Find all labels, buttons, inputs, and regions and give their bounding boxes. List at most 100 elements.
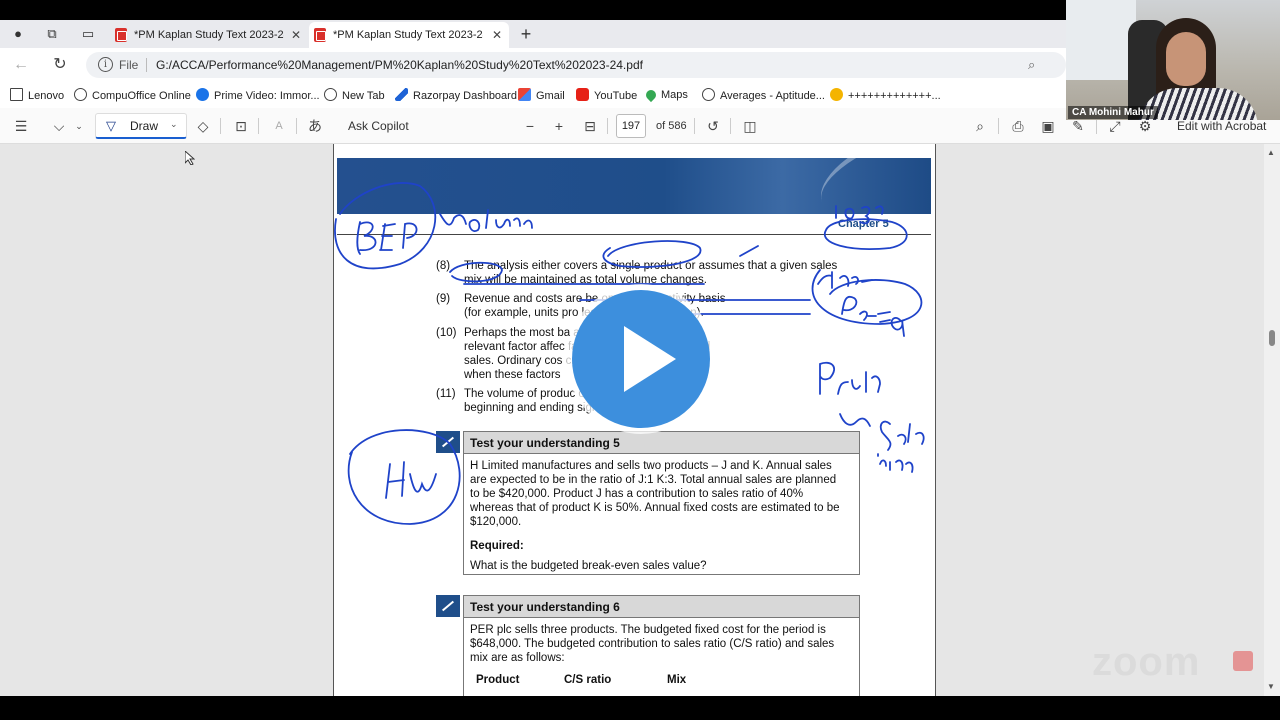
zoom-icon[interactable]: ⌕ [1028, 57, 1035, 73]
back-icon[interactable]: ← [12, 56, 30, 74]
mouse-cursor [184, 149, 196, 170]
rotate-icon[interactable]: ↺ [704, 118, 722, 134]
tab-actions-icon[interactable]: ▭ [80, 26, 96, 42]
info-icon[interactable]: i [98, 57, 113, 72]
play-button[interactable] [572, 290, 710, 428]
divider [694, 118, 695, 134]
globe-icon [324, 88, 337, 101]
tab-label: *PM Kaplan Study Text 2023-24.pdf [333, 29, 483, 41]
gmail-icon [518, 88, 531, 101]
webcam-video: CA Mohini Mahur [1066, 0, 1280, 120]
bookmark-lenovo[interactable]: Lenovo [10, 88, 64, 103]
zoom-in-icon[interactable]: + [550, 118, 568, 134]
exercise-line: are expected to be in the ratio of J:1 K… [470, 474, 837, 486]
page-total: of 586 [656, 120, 687, 132]
column-header: Product [476, 674, 520, 686]
folder-icon [10, 88, 23, 101]
page-number-input[interactable]: 197 [616, 114, 646, 138]
highlight-icon[interactable]: ⌵ [50, 118, 68, 134]
page-view-icon[interactable]: ◫ [741, 118, 759, 134]
tab-pdf-1[interactable]: *PM Kaplan Study Text 2023-24.pdf ✕ [110, 22, 308, 48]
divider [337, 234, 931, 235]
column-header: C/S ratio [564, 674, 612, 686]
ask-copilot-button[interactable]: Ask Copilot [348, 118, 409, 134]
search-icon[interactable]: ⌕ [971, 118, 989, 134]
column-header: Mix [667, 674, 687, 686]
chevron-down-icon[interactable]: ⌄ [70, 118, 88, 134]
item-number: (9) [436, 293, 451, 305]
settings-icon[interactable]: ⚙ [1136, 118, 1154, 134]
play-icon [624, 326, 676, 392]
divider [607, 118, 608, 134]
pdf-icon [115, 28, 127, 42]
divider [220, 118, 221, 134]
divider [730, 118, 731, 134]
tab-pdf-2[interactable]: *PM Kaplan Study Text 2023-24.pdf ✕ [309, 22, 509, 48]
chevron-down-icon[interactable]: ⌄ [170, 119, 178, 130]
edit-with-acrobat-button[interactable]: Edit with Acrobat [1177, 118, 1266, 134]
bookmark-gmail[interactable]: Gmail [518, 88, 565, 103]
eraser-icon[interactable]: ◇ [194, 118, 212, 134]
close-icon[interactable]: ✕ [291, 22, 301, 48]
paragraph-line: mix will be maintained as total volume c… [464, 274, 707, 286]
participant-face [1166, 32, 1206, 86]
url-text[interactable]: G:/ACCA/Performance%20Management/PM%20Ka… [156, 58, 643, 72]
new-tab-icon[interactable]: + [518, 25, 534, 43]
paragraph-line: when these factors [464, 369, 561, 381]
fullscreen-icon[interactable]: ⤢ [1106, 118, 1124, 134]
profile-icon[interactable]: ● [10, 26, 26, 42]
globe-icon [702, 88, 715, 101]
divider [258, 118, 259, 134]
text-box-icon[interactable]: ⊡ [232, 118, 250, 134]
text-size-icon[interactable]: A [270, 118, 288, 134]
bookmark-compuoffice[interactable]: CompuOffice Online [74, 88, 191, 103]
vertical-scrollbar[interactable]: ▲ ▼ [1264, 144, 1280, 696]
exercise-title: Test your understanding 5 [464, 432, 859, 454]
divider [1096, 118, 1097, 134]
refresh-icon[interactable]: ↻ [51, 56, 69, 74]
url-box[interactable]: i File G:/ACCA/Performance%20Management/… [86, 52, 1066, 78]
exercise-line: whereas that of product K is 50%. Annual… [470, 502, 840, 514]
contents-icon[interactable]: ☰ [12, 118, 30, 134]
prime-video-icon [196, 88, 209, 101]
exercise-question: What is the budgeted break-even sales va… [470, 560, 707, 572]
exercise-line: to be $420,000. Product J has a contribu… [470, 488, 804, 500]
bookmark-maps[interactable]: Maps [643, 87, 688, 103]
scroll-thumb[interactable] [1269, 330, 1275, 346]
item-number: (10) [436, 327, 457, 339]
razorpay-icon [395, 88, 408, 101]
exercise-line: $648,000. The budgeted contribution to s… [470, 638, 835, 650]
bookmark-new-tab[interactable]: New Tab [324, 88, 385, 103]
bookmark-youtube[interactable]: YouTube [576, 88, 637, 103]
pen-icon: ▽ [106, 118, 116, 133]
item-number: (8) [436, 260, 451, 272]
draw-button[interactable]: ▽ Draw ⌄ [95, 113, 187, 139]
workspaces-icon[interactable]: ⧉ [44, 26, 60, 42]
exercise-title: Test your understanding 6 [464, 596, 859, 618]
print-icon[interactable]: ⎙ [1009, 118, 1027, 134]
exercise-line: PER plc sells three products. The budget… [470, 624, 826, 636]
bookmark-prime-video[interactable]: Prime Video: Immor... [196, 88, 320, 103]
divider [998, 118, 999, 134]
bookmark-averages[interactable]: Averages - Aptitude... [702, 88, 825, 103]
scroll-up-icon[interactable]: ▲ [1267, 148, 1275, 157]
scroll-down-icon[interactable]: ▼ [1267, 682, 1275, 691]
save-icon[interactable]: ▣ [1039, 118, 1057, 134]
lemon-icon [830, 88, 843, 101]
zoom-out-icon[interactable]: − [521, 118, 539, 134]
exercise-line: H Limited manufactures and sells two pro… [470, 460, 832, 472]
chapter-label: Chapter 5 [838, 218, 889, 230]
bookmark-razorpay[interactable]: Razorpay Dashboard [395, 88, 517, 103]
pdf-icon [314, 28, 326, 42]
save-as-icon[interactable]: ✎ [1069, 118, 1087, 134]
item-number: (11) [436, 388, 456, 400]
zoom-watermark: zoom [1092, 640, 1201, 684]
bookmark-plus[interactable]: +++++++++++++... [830, 88, 941, 103]
background-window [1066, 0, 1136, 80]
close-icon[interactable]: ✕ [492, 22, 502, 48]
fit-page-icon[interactable]: ⊟ [581, 118, 599, 134]
table-header: Product C/S ratio Mix [470, 673, 853, 689]
scheme-label: File [119, 58, 139, 72]
read-aloud-icon[interactable]: あ [306, 118, 324, 134]
paragraph-line: The analysis either covers a single prod… [464, 260, 838, 272]
